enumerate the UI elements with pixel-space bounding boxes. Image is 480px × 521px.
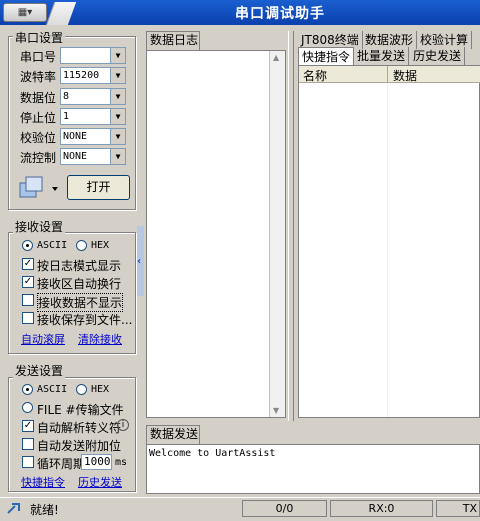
tab-data-send[interactable]: 数据发送 <box>146 425 200 444</box>
tab-batch-send[interactable]: 批量发送 <box>354 47 410 65</box>
auto-scroll-link[interactable]: 自动滚屏 <box>21 331 65 347</box>
connection-icon <box>7 502 21 514</box>
quick-commands-table[interactable]: 名称 数据 <box>298 65 480 418</box>
chevron-down-icon: ▼ <box>110 89 125 104</box>
log-mode-label: 按日志模式显示 <box>37 259 122 273</box>
stopbits-select[interactable]: 1 ▼ <box>60 108 126 125</box>
chevron-down-icon: ▼ <box>110 149 125 164</box>
receive-ascii-label: ASCII <box>37 240 68 251</box>
baud-select[interactable]: 115200 ▼ <box>60 67 126 84</box>
auto-newline-label: 接收区自动换行 <box>37 277 122 291</box>
stopbits-label: 停止位 <box>20 111 57 125</box>
save-file-checkbox[interactable] <box>22 312 34 324</box>
databits-select[interactable]: 8 ▼ <box>60 88 126 105</box>
tab-send-history[interactable]: 历史发送 <box>410 47 466 65</box>
auto-append-checkbox[interactable] <box>22 438 34 450</box>
side-collapse-handle[interactable]: ‹ <box>137 226 144 296</box>
receive-hex-label: HEX <box>91 240 110 251</box>
right-tabs-row2: 快捷指令 批量发送 历史发送 <box>296 47 480 65</box>
parity-select[interactable]: NONE ▼ <box>60 128 126 145</box>
hide-data-label: 接收数据不显示 <box>37 293 124 312</box>
send-settings-title: 发送设置 <box>13 362 66 379</box>
save-file-label: 接收保存到文件... <box>37 313 133 327</box>
receive-settings-title: 接收设置 <box>13 218 66 235</box>
tab-quick-commands[interactable]: 快捷指令 <box>298 47 355 65</box>
log-scrollbar[interactable]: ▲ ▼ <box>269 51 285 417</box>
tab-data-log[interactable]: 数据日志 <box>146 31 200 50</box>
open-port-button[interactable]: 打开 <box>67 175 130 200</box>
loop-label: 循环周期 <box>37 457 86 471</box>
send-input-text: Welcome to UartAssist <box>149 448 276 459</box>
serial-settings-title: 串口设置 <box>13 29 66 46</box>
app-icon: ▦▾ <box>17 7 33 18</box>
scroll-down-icon: ▼ <box>273 406 280 415</box>
send-ascii-label: ASCII <box>37 384 68 395</box>
loop-period-input[interactable]: 1000 <box>81 454 112 470</box>
baud-label: 波特率 <box>20 70 57 84</box>
receive-hex-radio[interactable] <box>76 240 87 251</box>
scroll-up-icon: ▲ <box>273 53 280 62</box>
flow-label: 流控制 <box>20 151 57 165</box>
receive-ascii-radio[interactable] <box>22 240 33 251</box>
chevron-down-icon: ▼ <box>110 68 125 83</box>
info-icon[interactable]: i <box>117 419 129 431</box>
window-title: 串口调试助手 <box>235 6 325 22</box>
chevron-down-icon: ▼ <box>110 48 125 63</box>
port-label: 串口号 <box>20 50 57 64</box>
send-history-link[interactable]: 历史发送 <box>78 474 122 490</box>
status-tx: TX <box>436 500 480 517</box>
title-bar: ▦▾ 串口调试助手 <box>0 0 480 25</box>
loop-unit-label: ms <box>115 457 128 468</box>
clear-receive-link[interactable]: 清除接收 <box>78 331 122 347</box>
status-rx: RX:0 <box>330 500 433 517</box>
port-refresh-button[interactable] <box>18 174 60 200</box>
title-bar-tab <box>45 2 77 25</box>
auto-escape-label: 自动解析转义符 <box>37 421 122 435</box>
auto-append-label: 自动发送附加位 <box>37 439 122 453</box>
send-ascii-radio[interactable] <box>22 384 33 395</box>
status-ready: 就绪! <box>30 503 59 517</box>
chevron-down-icon: ▼ <box>110 109 125 124</box>
quick-commands-link[interactable]: 快捷指令 <box>21 474 65 490</box>
col-data-header[interactable]: 数据 <box>393 67 417 84</box>
auto-escape-checkbox[interactable]: ✓ <box>22 420 34 432</box>
flow-select[interactable]: NONE ▼ <box>60 148 126 165</box>
loop-send-checkbox[interactable] <box>22 456 34 468</box>
send-file-label: FILE #传输文件 <box>37 403 124 417</box>
log-mode-checkbox[interactable]: ✓ <box>22 258 34 270</box>
send-hex-label: HEX <box>91 384 110 395</box>
chevron-down-icon: ▼ <box>110 129 125 144</box>
chevron-left-icon: ‹ <box>137 256 142 267</box>
ports-icon <box>19 176 58 198</box>
table-header: 名称 数据 <box>299 66 480 83</box>
send-file-radio[interactable] <box>22 402 33 413</box>
send-input-area[interactable]: Welcome to UartAssist <box>146 444 480 494</box>
port-select[interactable]: ▼ <box>60 47 126 64</box>
data-log-area[interactable]: ▲ ▼ <box>146 50 286 418</box>
hide-data-checkbox[interactable] <box>22 294 34 306</box>
auto-newline-checkbox[interactable]: ✓ <box>22 276 34 288</box>
app-menu-button[interactable]: ▦▾ <box>3 3 47 22</box>
send-hex-radio[interactable] <box>76 384 87 395</box>
status-count: 0/0 <box>242 500 327 517</box>
databits-label: 数据位 <box>20 91 57 105</box>
vertical-splitter[interactable] <box>288 31 294 421</box>
parity-label: 校验位 <box>20 131 57 145</box>
col-name-header[interactable]: 名称 <box>303 67 327 84</box>
